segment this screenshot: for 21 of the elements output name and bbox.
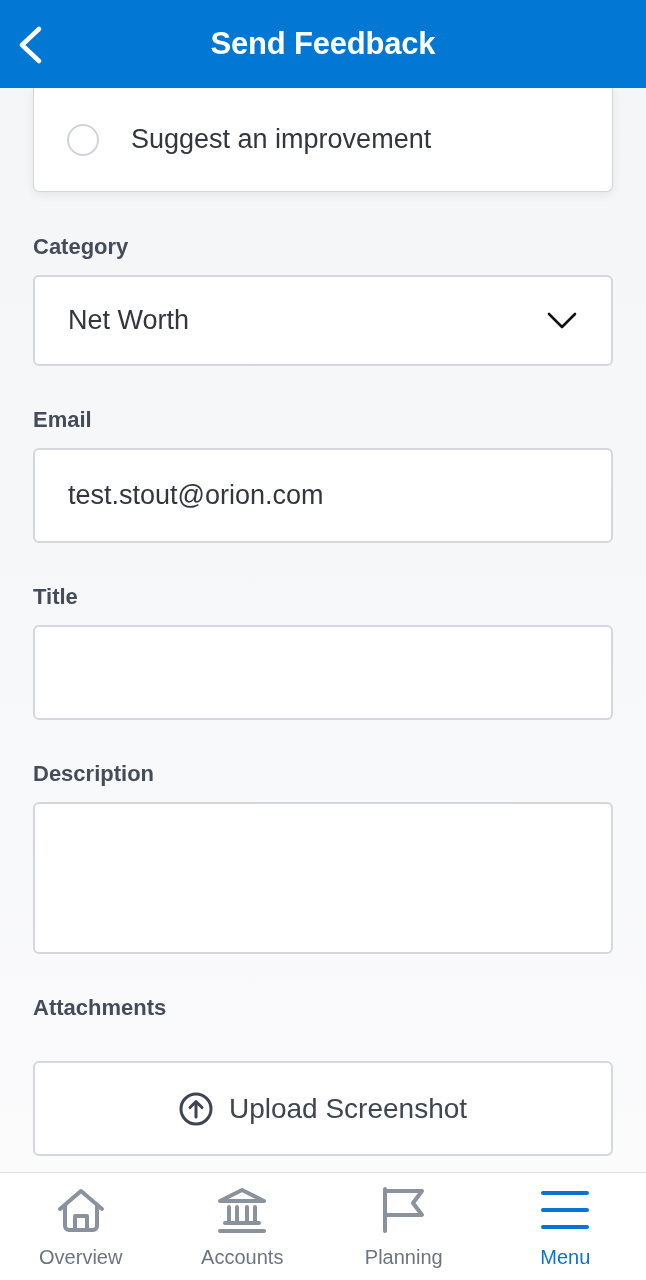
textarea-field[interactable] xyxy=(33,802,613,954)
section-label: Attachments xyxy=(33,994,167,1022)
field-label: Category xyxy=(33,233,129,261)
nav-tab[interactable]: Planning xyxy=(323,1173,485,1280)
page-title: Send Feedback xyxy=(210,26,436,62)
nav-tab[interactable]: Overview xyxy=(0,1173,162,1280)
nav-tab[interactable]: Menu xyxy=(484,1173,646,1280)
option-label: Suggest an improvement xyxy=(131,124,432,155)
radio-button[interactable] xyxy=(67,123,99,156)
field-label: Title xyxy=(33,583,78,611)
upload-icon xyxy=(178,1091,213,1126)
category-select[interactable]: Net Worth xyxy=(33,275,613,366)
nav-tab[interactable]: Accounts xyxy=(161,1173,323,1280)
text-input-field[interactable] xyxy=(33,625,613,720)
field-label: Email xyxy=(33,406,92,434)
text-input-field[interactable]: test.stout@orion.com xyxy=(33,448,613,543)
bank-icon xyxy=(216,1186,269,1234)
field-label: Description xyxy=(33,760,155,788)
chevron-down-icon xyxy=(547,312,577,329)
upload-button[interactable]: Upload Screenshot xyxy=(33,1061,613,1156)
back-icon[interactable] xyxy=(17,26,43,64)
